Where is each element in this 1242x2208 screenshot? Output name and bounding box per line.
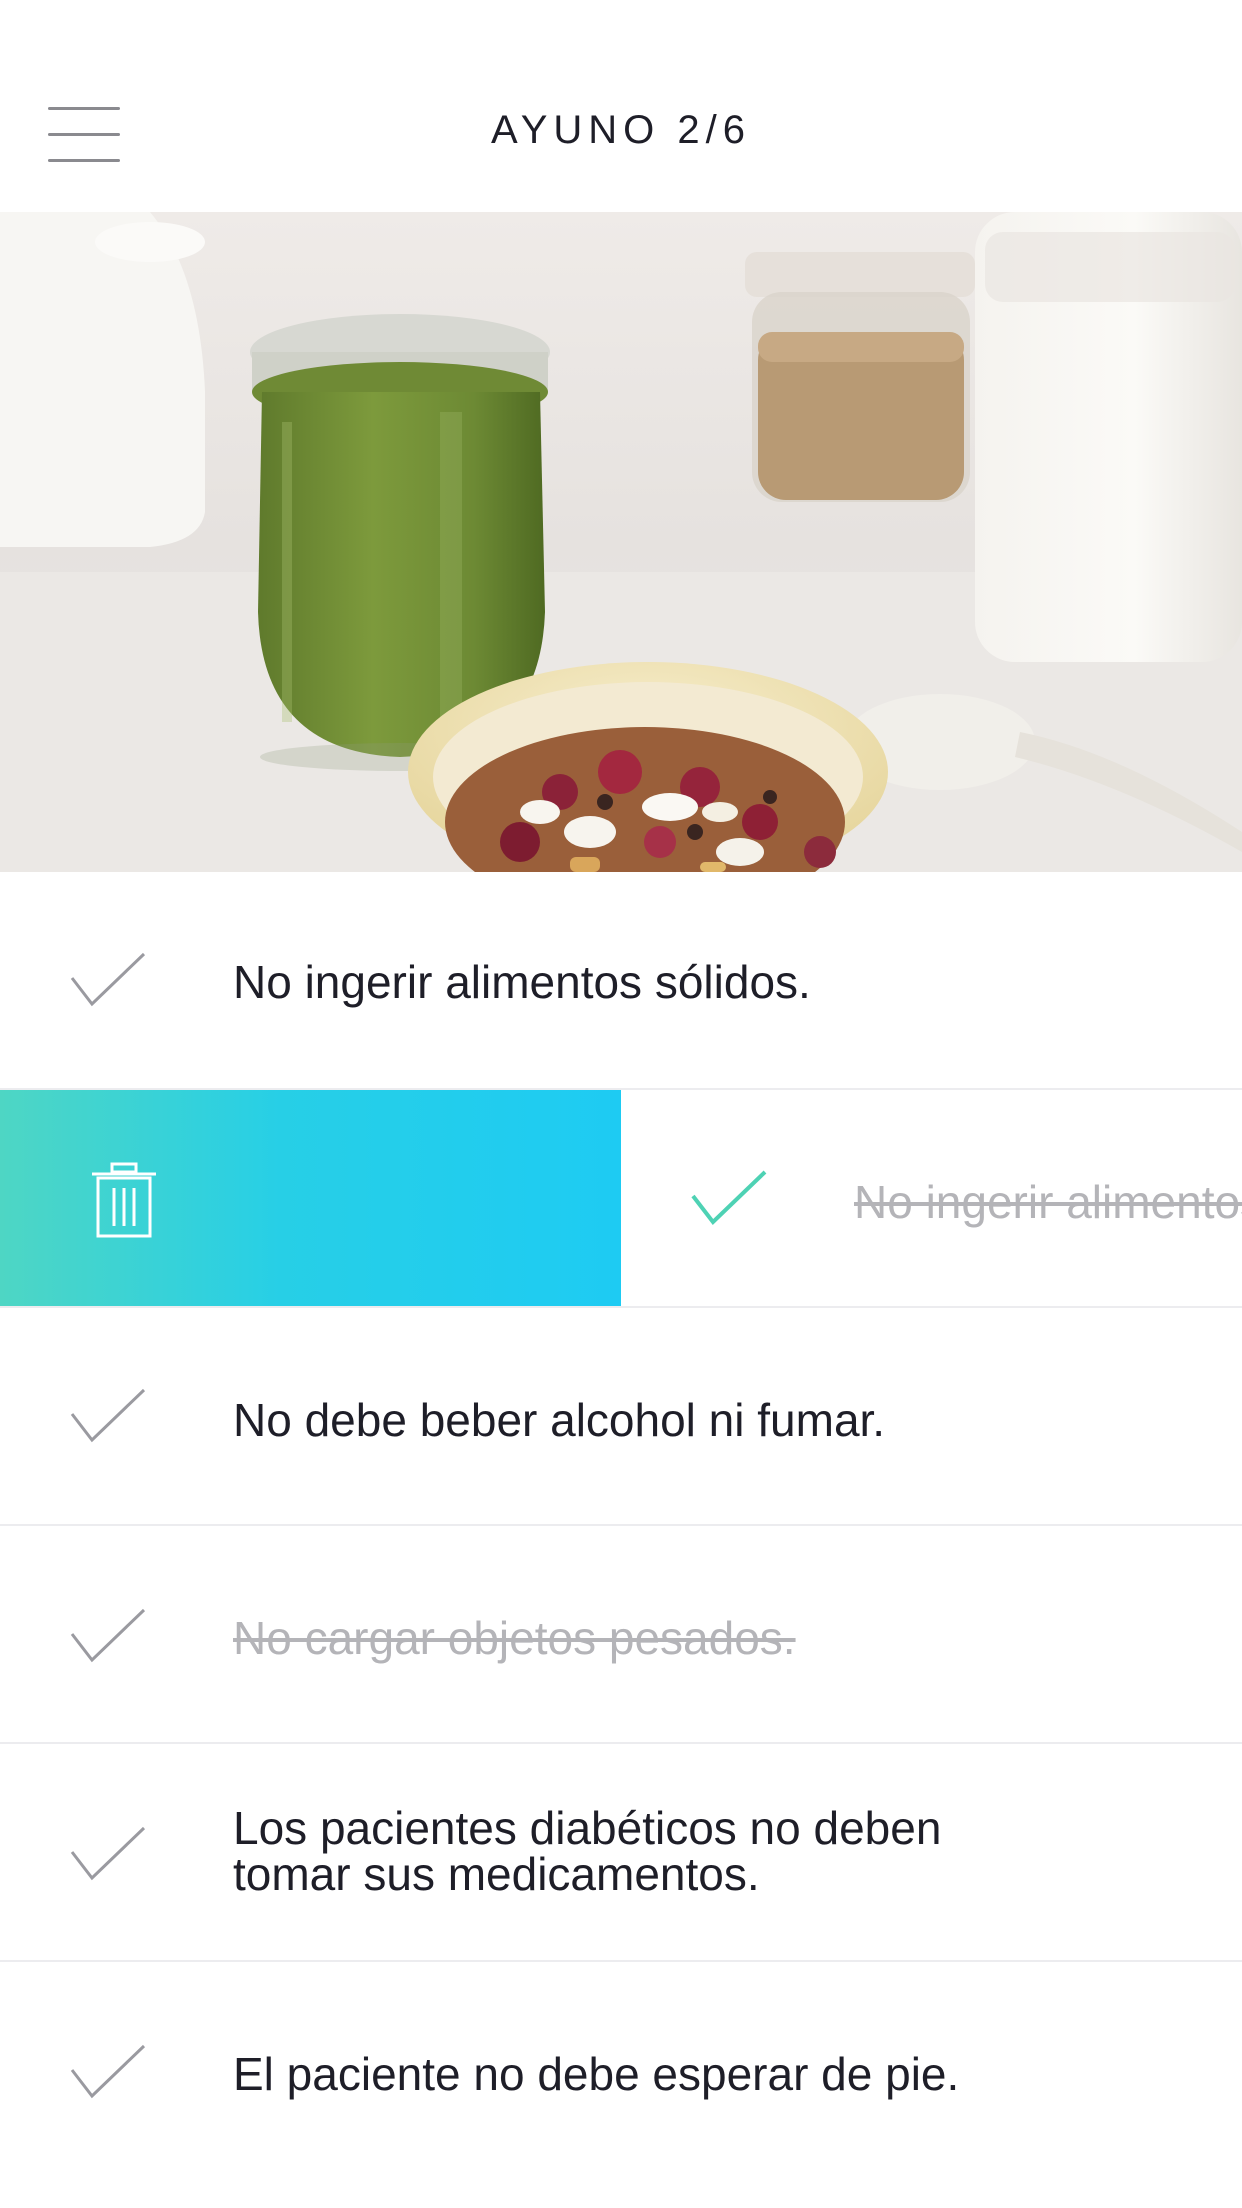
list-item-label-line1: Los pacientes diabéticos no deben [233, 1802, 942, 1854]
check-icon[interactable] [70, 1388, 146, 1444]
check-icon[interactable] [70, 2044, 146, 2100]
list-item[interactable]: No ingerir alimentos sólidos. [0, 872, 1242, 1090]
list-item-label: No cargar objetos pesados. [233, 1612, 796, 1664]
trash-icon [92, 1162, 156, 1238]
list-item-label: El paciente no debe esperar de pie. [233, 2048, 960, 2100]
list-item[interactable]: No debe beber alcohol ni fumar. [0, 1308, 1242, 1526]
swiped-content[interactable]: No ingerir alimentos sólidos. [621, 1090, 1242, 1306]
list-item-label: No debe beber alcohol ni fumar. [233, 1394, 886, 1446]
hero-food-image [0, 212, 1242, 872]
list-item-label-line2: tomar sus medicamentos. [233, 1848, 760, 1900]
list-item[interactable]: No cargar objetos pesados. [0, 1526, 1242, 1744]
page-title: AYUNO 2/6 [491, 108, 751, 152]
delete-button[interactable] [0, 1090, 621, 1306]
check-icon[interactable] [70, 952, 146, 1008]
list-item-label: No ingerir alimentos sólidos. [233, 956, 811, 1008]
list-item[interactable]: Los pacientes diabéticos no deben tomar … [0, 1744, 1242, 1962]
app-header: AYUNO 2/6 [0, 0, 1242, 212]
check-icon[interactable] [70, 1826, 146, 1882]
check-icon[interactable] [70, 1608, 146, 1664]
list-item-swiped[interactable]: No ingerir alimentos sólidos. [0, 1090, 1242, 1308]
list-item-label: No ingerir alimentos sólidos. [854, 1176, 1242, 1228]
check-active-icon[interactable] [691, 1170, 767, 1226]
list-item[interactable]: El paciente no debe esperar de pie. [0, 1962, 1242, 2180]
